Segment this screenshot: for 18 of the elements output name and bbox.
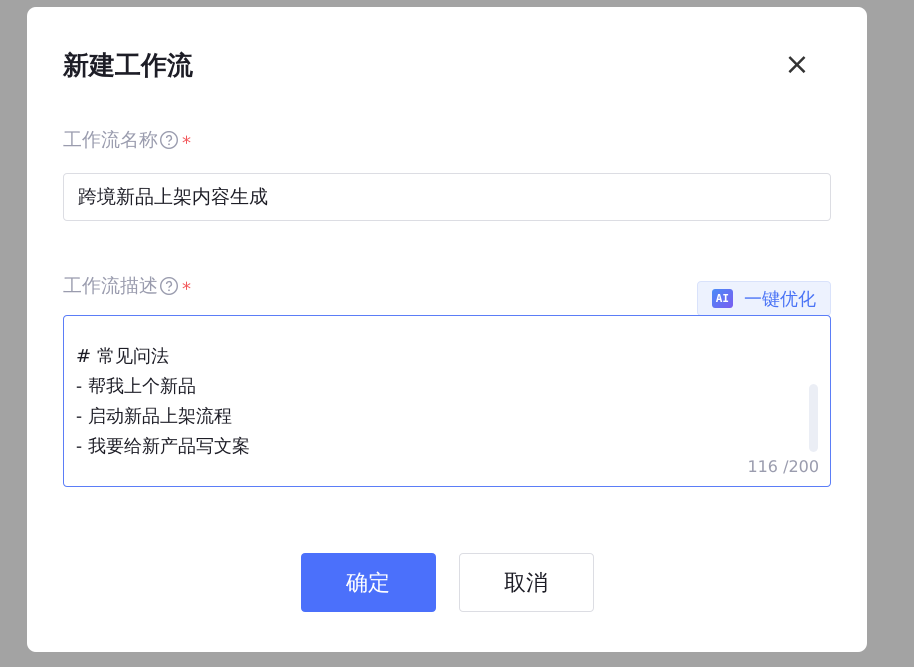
help-icon xyxy=(159,130,179,150)
character-counter: 116 /200 xyxy=(747,457,819,476)
cancel-button[interactable]: 取消 xyxy=(458,553,594,612)
ai-badge-icon: AI xyxy=(712,289,733,308)
field-value: 跨境新品上架内容生成 xyxy=(78,185,268,210)
required-mark: * xyxy=(182,278,191,300)
description-field[interactable]: # 常见问法 - 帮我上个新品 - 启动新品上架流程 - 我要给新产品写文案 116 /200 xyxy=(63,315,831,487)
optimize-button[interactable]: AI 一键优化 xyxy=(696,281,831,316)
field-value: # 常见问法 - 帮我上个新品 - 启动新品上架流程 - 我要给新产品写文案 xyxy=(76,345,250,459)
button-label: 一键优化 xyxy=(744,288,816,310)
required-mark: * xyxy=(182,132,191,154)
help-icon xyxy=(159,276,179,296)
close-button[interactable]: × xyxy=(783,47,811,83)
field-label: 工作流名称 xyxy=(63,128,158,153)
name-input-field[interactable]: 跨境新品上架内容生成 xyxy=(63,173,831,221)
field-label: 工作流描述 xyxy=(63,274,158,299)
confirm-button[interactable]: 确定 xyxy=(300,553,436,612)
dialog-title: 新建工作流 xyxy=(63,50,193,82)
